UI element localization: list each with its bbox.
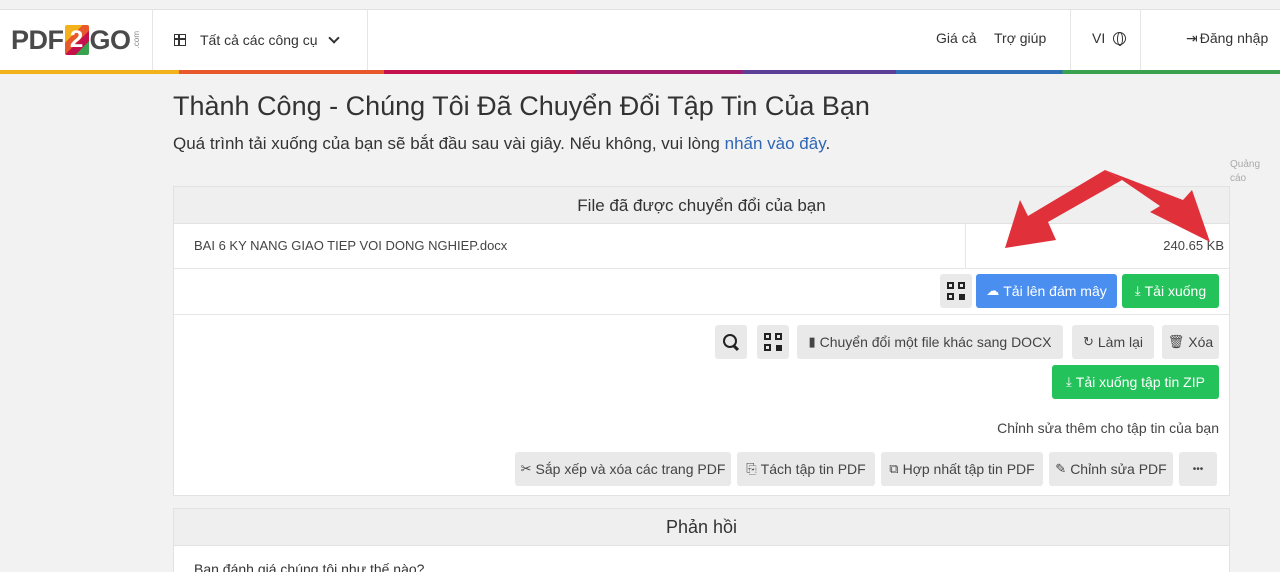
split-pdf-button[interactable]: ⎘ Tách tập tin PDF bbox=[737, 452, 875, 486]
copy-icon: ⧉ bbox=[889, 461, 899, 476]
logo-com: .com bbox=[131, 31, 141, 49]
more-tools-button[interactable]: ••• bbox=[1179, 452, 1217, 486]
pdf2go-logo[interactable]: PDF 2 GO .com bbox=[11, 23, 141, 57]
edit-pdf-button[interactable]: ✎ Chỉnh sửa PDF bbox=[1049, 452, 1173, 486]
feedback-heading: Phản hồi bbox=[174, 509, 1229, 546]
feedback-question: Bạn đánh giá chúng tôi như thế nào? bbox=[194, 561, 425, 572]
redo-label: Làm lại bbox=[1097, 334, 1144, 350]
all-tools-menu[interactable]: Tất cả các công cụ bbox=[173, 27, 340, 53]
nav-help-link[interactable]: Trợ giúp bbox=[994, 30, 1046, 46]
merge-label: Hợp nhất tập tin PDF bbox=[902, 461, 1035, 477]
download-zip-label: Tải xuống tập tin ZIP bbox=[1075, 374, 1205, 390]
download-label: Tải xuống bbox=[1144, 283, 1207, 299]
convert-another-button[interactable]: ▮ Chuyển đổi một file khác sang DOCX bbox=[797, 325, 1063, 359]
page-title: Thành Công - Chúng Tôi Đã Chuyển Đổi Tập… bbox=[173, 91, 870, 121]
split-icon: ⎘ bbox=[746, 461, 757, 476]
download-notice-end: . bbox=[825, 134, 831, 153]
delete-label: Xóa bbox=[1188, 334, 1214, 350]
download-icon: ⤓ bbox=[1066, 374, 1072, 389]
file-size: 240.65 KB bbox=[1163, 238, 1224, 253]
file-name: BAI 6 KY NANG GIAO TIEP VOI DONG NGHIEP.… bbox=[194, 238, 508, 253]
cloud-upload-icon: ☁ bbox=[986, 283, 1000, 298]
logo-text-left: PDF bbox=[11, 24, 64, 55]
preview-button[interactable] bbox=[715, 325, 747, 359]
login-label: Đăng nhập bbox=[1199, 30, 1269, 46]
logo-text-right: GO bbox=[89, 24, 132, 55]
file-row-divider bbox=[965, 224, 966, 268]
merge-pdf-button[interactable]: ⧉ Hợp nhất tập tin PDF bbox=[881, 452, 1043, 486]
edit-more-label: Chỉnh sửa thêm cho tập tin của bạn bbox=[997, 420, 1219, 436]
qr-code-icon bbox=[764, 333, 782, 351]
nav-separator bbox=[1140, 10, 1141, 70]
split-label: Tách tập tin PDF bbox=[760, 461, 866, 477]
qr-code-all-button[interactable] bbox=[757, 325, 789, 359]
sort-delete-label: Sắp xếp và xóa các trang PDF bbox=[535, 461, 726, 477]
qr-code-button[interactable] bbox=[940, 274, 972, 308]
file-icon: ▮ bbox=[808, 334, 816, 349]
nav-separator bbox=[367, 10, 368, 70]
nav-separator bbox=[152, 10, 153, 70]
chevron-down-icon bbox=[327, 31, 340, 44]
file-row: BAI 6 KY NANG GIAO TIEP VOI DONG NGHIEP.… bbox=[174, 224, 1229, 269]
ad-label: Quảng cáo bbox=[1230, 159, 1261, 184]
language-selector[interactable]: VI bbox=[1092, 30, 1127, 46]
sign-in-icon: ⇥ bbox=[1186, 30, 1198, 46]
all-tools-label: Tất cả các công cụ bbox=[200, 32, 318, 48]
download-zip-button[interactable]: ⤓ Tải xuống tập tin ZIP bbox=[1052, 365, 1219, 399]
click-here-link[interactable]: nhấn vào đây bbox=[725, 134, 826, 153]
logo-2-badge: 2 bbox=[64, 25, 89, 55]
nav-separator bbox=[1070, 10, 1071, 70]
search-icon bbox=[723, 334, 739, 350]
convert-another-label: Chuyển đổi một file khác sang DOCX bbox=[819, 334, 1052, 350]
sort-delete-pages-button[interactable]: ✂ Sắp xếp và xóa các trang PDF bbox=[515, 452, 731, 486]
edit-pdf-label: Chỉnh sửa PDF bbox=[1070, 461, 1167, 477]
feedback-card: Phản hồi Bạn đánh giá chúng tôi như thế … bbox=[173, 508, 1230, 572]
converted-files-heading: File đã được chuyển đổi của bạn bbox=[174, 187, 1229, 224]
delete-button[interactable]: 🗑 Xóa bbox=[1162, 325, 1219, 359]
download-button[interactable]: ⤓ Tải xuống bbox=[1122, 274, 1219, 308]
grid-icon bbox=[173, 33, 186, 46]
download-icon: ⤓ bbox=[1134, 283, 1141, 298]
qr-code-icon bbox=[947, 282, 965, 300]
upload-cloud-button[interactable]: ☁ Tải lên đám mây bbox=[976, 274, 1117, 308]
globe-icon bbox=[1113, 32, 1127, 46]
edit-icon: ✎ bbox=[1055, 461, 1067, 476]
redo-icon: ↻ bbox=[1082, 334, 1094, 349]
trash-icon: 🗑 bbox=[1167, 334, 1185, 349]
upload-cloud-label: Tải lên đám mây bbox=[1003, 283, 1107, 299]
redo-button[interactable]: ↻ Làm lại bbox=[1072, 325, 1154, 359]
rainbow-divider bbox=[0, 70, 1280, 74]
scissors-icon: ✂ bbox=[520, 461, 532, 476]
browser-top-strip bbox=[0, 0, 1280, 10]
download-notice: Quá trình tải xuống của bạn sẽ bắt đầu s… bbox=[173, 134, 830, 154]
download-notice-text: Quá trình tải xuống của bạn sẽ bắt đầu s… bbox=[173, 134, 725, 153]
nav-pricing-link[interactable]: Giá cả bbox=[936, 30, 976, 46]
login-link[interactable]: ⇥ Đăng nhập bbox=[1186, 30, 1268, 47]
language-label: VI bbox=[1092, 30, 1106, 46]
converted-files-card: File đã được chuyển đổi của bạn BAI 6 KY… bbox=[173, 186, 1230, 496]
